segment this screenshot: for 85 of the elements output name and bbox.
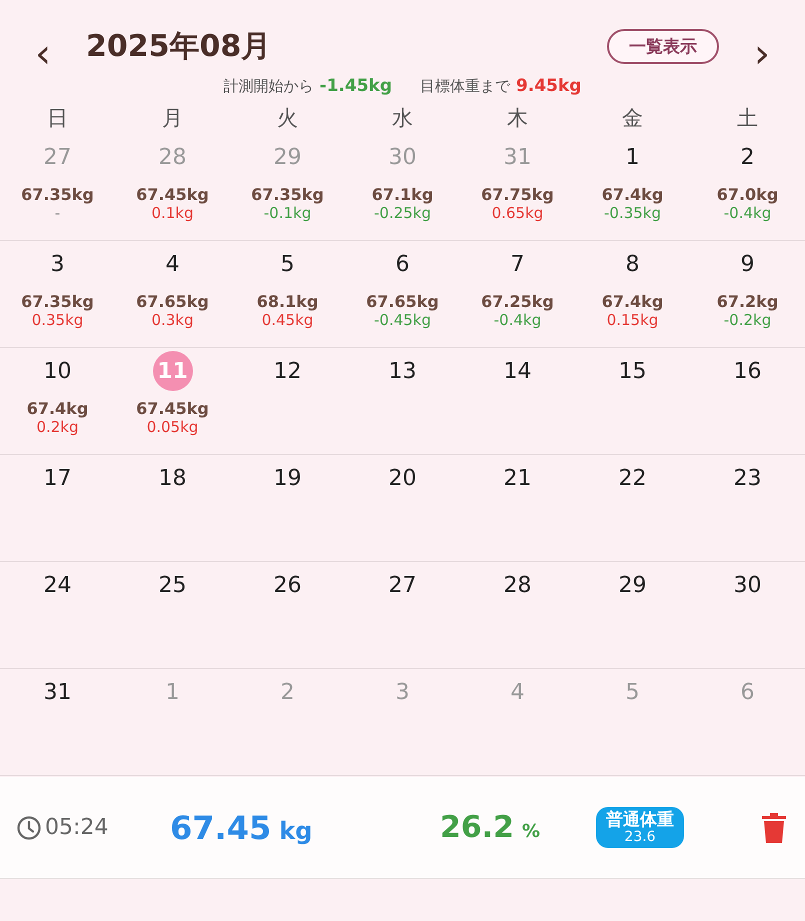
weight-change: 0.2kg	[36, 418, 79, 436]
day-number[interactable]: 7	[500, 247, 534, 281]
weight-value: 67.35kg	[251, 186, 324, 204]
weight-value: 67.35kg	[21, 186, 94, 204]
weight-value: 67.2kg	[716, 293, 778, 311]
weight-change: -0.25kg	[374, 204, 432, 222]
weight-change: -	[54, 204, 60, 222]
weekday-label: 水	[391, 105, 414, 132]
weight-change: -0.1kg	[264, 204, 312, 222]
entry-weight: 67.45	[170, 808, 272, 846]
day-number[interactable]: 9	[730, 247, 764, 281]
weekday-label: 月	[161, 105, 184, 132]
weekday-label: 木	[506, 105, 529, 132]
day-number[interactable]: 18	[156, 461, 190, 495]
day-number[interactable]: 25	[156, 568, 190, 602]
weekday-label: 火	[276, 105, 299, 132]
day-number[interactable]: 12	[270, 354, 304, 388]
weight-unit: kg	[279, 816, 312, 844]
day-number[interactable]: 1	[616, 140, 650, 174]
weight-value: 67.45kg	[136, 186, 209, 204]
weight-value: 67.25kg	[481, 293, 554, 311]
bmi-badge: 普通体重 23.6	[596, 806, 684, 848]
weight-value: 67.0kg	[716, 186, 778, 204]
day-number[interactable]: 13	[386, 354, 420, 388]
weight-value: 67.1kg	[372, 186, 434, 204]
weight-value: 67.45kg	[136, 400, 209, 418]
month-title: 2025年08月	[86, 28, 272, 66]
day-number[interactable]: 4	[156, 247, 190, 281]
day-number[interactable]: 8	[616, 247, 650, 281]
weight-value: 67.4kg	[602, 293, 664, 311]
delete-icon[interactable]	[760, 812, 786, 844]
body-fat-unit: %	[522, 821, 540, 842]
weight-value: 67.65kg	[366, 293, 439, 311]
weekday-label: 日	[46, 105, 69, 132]
day-number[interactable]: 28	[500, 568, 534, 602]
weight-value: 67.4kg	[26, 400, 88, 418]
weight-change: 0.35kg	[32, 310, 84, 329]
day-number[interactable]: 31	[40, 675, 74, 709]
weight-change: 0.1kg	[151, 204, 194, 222]
weight-change: 0.65kg	[492, 204, 544, 222]
day-number[interactable]: 23	[730, 461, 764, 495]
weight-change: -0.2kg	[724, 310, 772, 329]
weight-change: -0.4kg	[724, 204, 772, 222]
previous-month-button[interactable]: ‹	[29, 34, 57, 74]
body-fat-value: 26.2	[440, 810, 514, 845]
day-number[interactable]: 16	[730, 354, 764, 388]
list-view-button[interactable]: 一覧表示	[607, 28, 719, 64]
to-goal-value: 9.45kg	[516, 76, 582, 96]
day-number[interactable]: 30	[730, 568, 764, 602]
weight-change: 0.15kg	[606, 310, 658, 329]
since-start-label: 計測開始から	[224, 77, 314, 96]
weight-change: 0.05kg	[146, 418, 198, 436]
weight-change: 0.3kg	[151, 310, 194, 329]
weight-change: 0.45kg	[262, 310, 314, 329]
day-number[interactable]: 26	[270, 568, 304, 602]
day-number[interactable]: 24	[40, 568, 74, 602]
day-number[interactable]: 22	[616, 461, 650, 495]
weight-value: 68.1kg	[256, 293, 318, 311]
weight-change: -0.4kg	[494, 310, 542, 329]
day-number[interactable]: 2	[730, 140, 764, 174]
weight-value: 67.65kg	[136, 293, 209, 311]
weight-value: 67.4kg	[602, 186, 664, 204]
weight-change: -0.35kg	[604, 204, 662, 222]
clock-icon	[16, 814, 42, 840]
to-goal-label: 目標体重まで	[420, 77, 510, 96]
day-number[interactable]: 5	[270, 247, 304, 281]
day-number[interactable]: 20	[386, 461, 420, 495]
day-number[interactable]: 14	[500, 354, 534, 388]
day-number[interactable]: 3	[40, 247, 74, 281]
weight-change: -0.45kg	[374, 310, 432, 329]
weekday-label: 土	[736, 105, 759, 132]
day-number[interactable]: 19	[270, 461, 304, 495]
day-number[interactable]: 6	[386, 247, 420, 281]
day-number[interactable]: 27	[386, 568, 420, 602]
day-number[interactable]: 29	[616, 568, 650, 602]
day-number[interactable]: 17	[40, 461, 74, 495]
next-month-button[interactable]: ›	[748, 34, 776, 74]
day-number[interactable]: 21	[500, 461, 534, 495]
day-number[interactable]: 10	[40, 354, 74, 388]
weight-value: 67.35kg	[21, 293, 94, 311]
day-number[interactable]: 15	[616, 354, 650, 388]
since-start-value: -1.45kg	[320, 76, 392, 96]
weight-value: 67.75kg	[481, 186, 554, 204]
weekday-label: 金	[621, 105, 644, 132]
entry-time: 05:24	[45, 815, 108, 840]
